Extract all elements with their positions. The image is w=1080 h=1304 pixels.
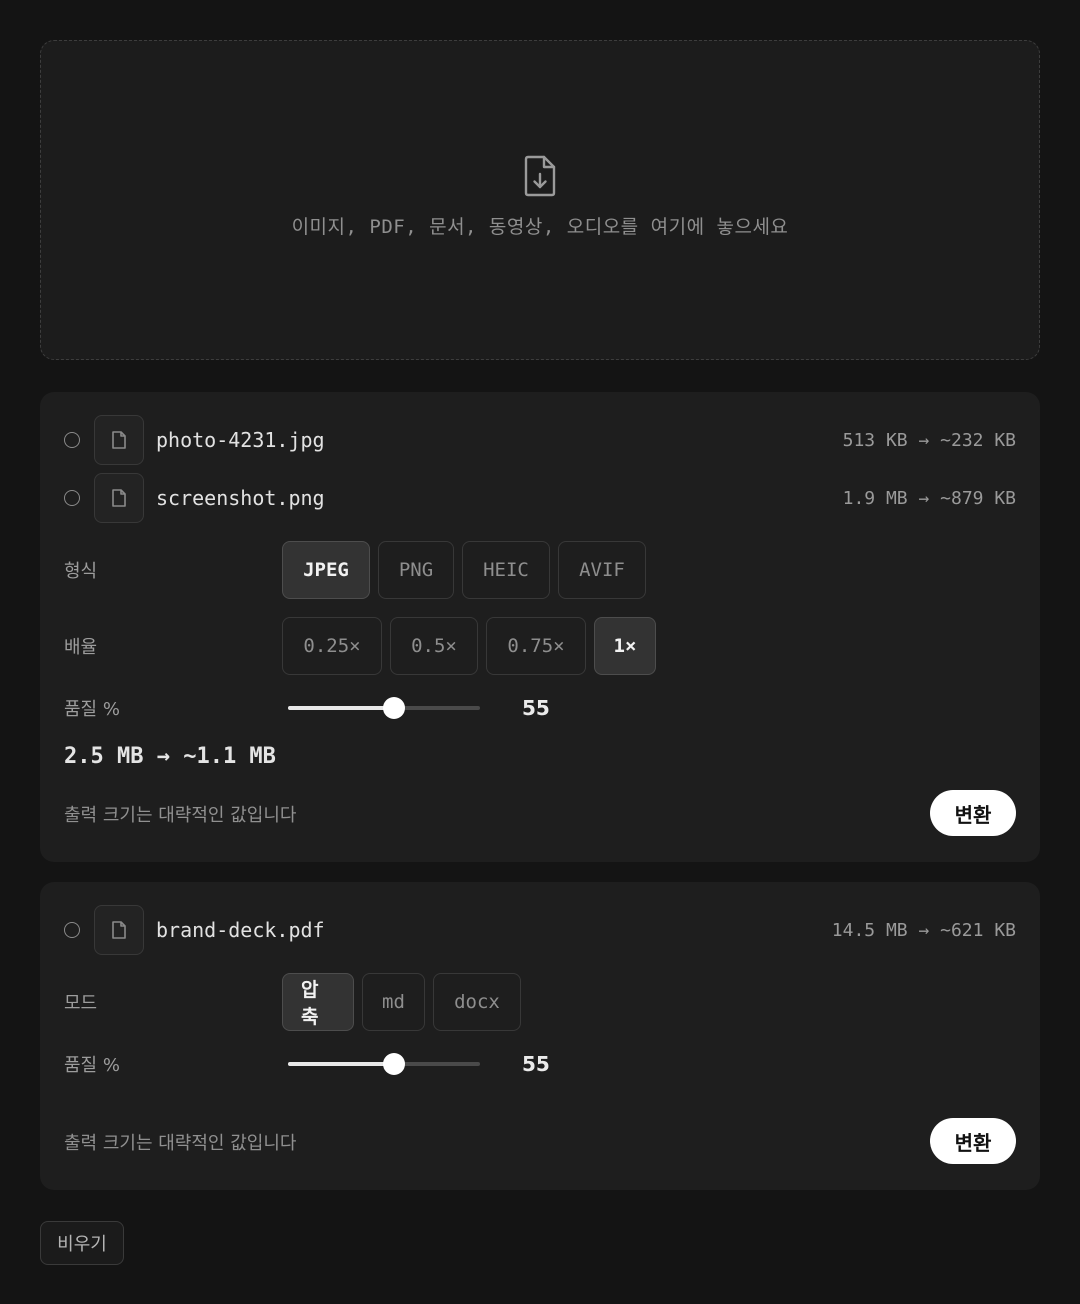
image-file-group: photo-4231.jpg 513 KB → ~232 KB screensh… bbox=[40, 392, 1040, 862]
size-note: 출력 크기는 대략적인 값입니다 bbox=[64, 805, 297, 826]
quality-label: 품질 % bbox=[64, 1055, 120, 1076]
quality-row: 품질 % 55 bbox=[64, 693, 1016, 723]
quality-slider[interactable] bbox=[288, 697, 480, 719]
file-size: 513 KB → ~232 KB bbox=[842, 429, 1016, 451]
format-row: 형식 JPEG PNG HEIC AVIF bbox=[64, 541, 1016, 599]
quality-slider-thumb[interactable] bbox=[382, 1053, 405, 1075]
scale-label: 배율 bbox=[64, 637, 98, 658]
format-avif-button[interactable]: AVIF bbox=[558, 541, 646, 599]
quality-slider-fill bbox=[288, 1062, 394, 1066]
dropzone-text: 이미지, PDF, 문서, 동영상, 오디오를 여기에 놓으세요 bbox=[291, 215, 789, 238]
scale-075-button[interactable]: 0.75× bbox=[486, 617, 586, 675]
quality-value: 55 bbox=[522, 696, 550, 720]
file-download-icon bbox=[524, 155, 556, 196]
convert-button[interactable]: 변환 bbox=[930, 790, 1016, 836]
scale-025-button[interactable]: 0.25× bbox=[282, 617, 382, 675]
convert-button[interactable]: 변환 bbox=[930, 1118, 1016, 1164]
select-radio[interactable] bbox=[64, 490, 80, 506]
scale-05-button[interactable]: 0.5× bbox=[390, 617, 478, 675]
format-label: 형식 bbox=[64, 561, 98, 582]
scale-row: 배율 0.25× 0.5× 0.75× 1× bbox=[64, 617, 1016, 675]
scale-options: 0.25× 0.5× 0.75× 1× bbox=[282, 617, 656, 675]
clear-button[interactable]: 비우기 bbox=[40, 1221, 124, 1265]
total-size: 2.5 MB → ~1.1 MB bbox=[64, 744, 276, 769]
file-row: photo-4231.jpg 513 KB → ~232 KB bbox=[64, 415, 1016, 465]
select-radio[interactable] bbox=[64, 432, 80, 448]
mode-md-button[interactable]: md bbox=[362, 973, 425, 1031]
mode-compress-button[interactable]: 압축 bbox=[282, 973, 354, 1031]
format-heic-button[interactable]: HEIC bbox=[462, 541, 550, 599]
pdf-file-group: brand-deck.pdf 14.5 MB → ~621 KB 모드 압축 m… bbox=[40, 882, 1040, 1190]
file-icon bbox=[112, 489, 126, 507]
file-row: brand-deck.pdf 14.5 MB → ~621 KB bbox=[64, 905, 1016, 955]
file-name: photo-4231.jpg bbox=[156, 428, 325, 452]
select-radio[interactable] bbox=[64, 922, 80, 938]
quality-slider[interactable] bbox=[288, 1053, 480, 1075]
mode-docx-button[interactable]: docx bbox=[433, 973, 521, 1031]
file-dropzone[interactable]: 이미지, PDF, 문서, 동영상, 오디오를 여기에 놓으세요 bbox=[40, 40, 1040, 360]
file-name: brand-deck.pdf bbox=[156, 918, 325, 942]
mode-options: 압축 md docx bbox=[282, 973, 521, 1031]
file-size: 14.5 MB → ~621 KB bbox=[831, 919, 1016, 941]
file-icon bbox=[112, 431, 126, 449]
format-png-button[interactable]: PNG bbox=[378, 541, 454, 599]
file-name: screenshot.png bbox=[156, 486, 325, 510]
format-jpeg-button[interactable]: JPEG bbox=[282, 541, 370, 599]
quality-value: 55 bbox=[522, 1052, 550, 1076]
quality-slider-thumb[interactable] bbox=[382, 697, 405, 719]
file-thumb bbox=[94, 415, 144, 465]
quality-label: 품질 % bbox=[64, 699, 120, 720]
mode-label: 모드 bbox=[64, 993, 98, 1014]
mode-row: 모드 압축 md docx bbox=[64, 973, 1016, 1031]
file-thumb bbox=[94, 473, 144, 523]
format-options: JPEG PNG HEIC AVIF bbox=[282, 541, 646, 599]
size-note: 출력 크기는 대략적인 값입니다 bbox=[64, 1133, 297, 1154]
scale-1-button[interactable]: 1× bbox=[594, 617, 656, 675]
file-row: screenshot.png 1.9 MB → ~879 KB bbox=[64, 473, 1016, 523]
quality-slider-fill bbox=[288, 706, 394, 710]
converter-page: 이미지, PDF, 문서, 동영상, 오디오를 여기에 놓으세요 photo-4… bbox=[0, 0, 1080, 1304]
file-icon bbox=[112, 921, 126, 939]
quality-row: 품질 % 55 bbox=[64, 1049, 1016, 1079]
file-size: 1.9 MB → ~879 KB bbox=[842, 487, 1016, 509]
file-thumb bbox=[94, 905, 144, 955]
